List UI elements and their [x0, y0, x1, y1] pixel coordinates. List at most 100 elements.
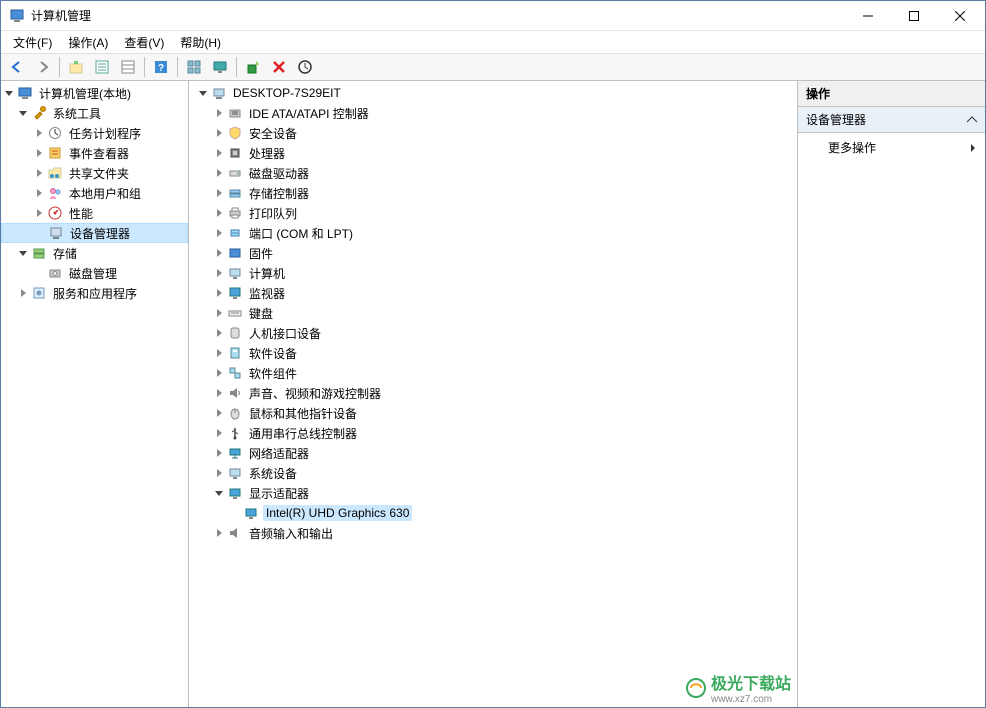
- dev-storage-ctrl[interactable]: 存储控制器: [189, 183, 797, 203]
- menu-action[interactable]: 操作(A): [60, 32, 116, 53]
- watermark: 极光下载站 www.xz7.com: [685, 670, 791, 705]
- dev-processor[interactable]: 处理器: [189, 143, 797, 163]
- tiles-button[interactable]: [182, 55, 206, 79]
- tree-local-users[interactable]: 本地用户和组: [1, 183, 188, 203]
- dev-print-queue[interactable]: 打印队列: [189, 203, 797, 223]
- tree-performance[interactable]: 性能: [1, 203, 188, 223]
- actions-section[interactable]: 设备管理器: [798, 107, 985, 133]
- menu-view[interactable]: 查看(V): [116, 32, 172, 53]
- expander-icon[interactable]: [211, 225, 227, 241]
- menu-file[interactable]: 文件(F): [5, 32, 60, 53]
- expander-icon[interactable]: [211, 265, 227, 281]
- expander-icon[interactable]: [211, 145, 227, 161]
- menu-help[interactable]: 帮助(H): [172, 32, 229, 53]
- tree-label: 安全设备: [247, 124, 299, 143]
- expander-icon[interactable]: [211, 445, 227, 461]
- dev-software-dev[interactable]: 软件设备: [189, 343, 797, 363]
- expander-icon[interactable]: [211, 425, 227, 441]
- forward-button[interactable]: [31, 55, 55, 79]
- actions-more[interactable]: 更多操作: [798, 133, 985, 162]
- tree-system-tools[interactable]: 系统工具: [1, 103, 188, 123]
- help-button[interactable]: ?: [149, 55, 173, 79]
- dev-audio-io[interactable]: 音频输入和输出: [189, 523, 797, 543]
- dev-software-comp[interactable]: 软件组件: [189, 363, 797, 383]
- add-hardware-button[interactable]: [241, 55, 265, 79]
- expander-icon[interactable]: [15, 285, 31, 301]
- expander-icon[interactable]: [211, 525, 227, 541]
- expander-icon[interactable]: [211, 345, 227, 361]
- back-button[interactable]: [5, 55, 29, 79]
- up-level-button[interactable]: [64, 55, 88, 79]
- monitor-button[interactable]: [208, 55, 232, 79]
- expander-icon[interactable]: [211, 205, 227, 221]
- actions-pane: 操作 设备管理器 更多操作: [798, 81, 985, 707]
- dev-monitor[interactable]: 监视器: [189, 283, 797, 303]
- dev-display[interactable]: 显示适配器: [189, 483, 797, 503]
- expander-icon[interactable]: [211, 325, 227, 341]
- tree-label: 共享文件夹: [67, 164, 131, 183]
- tree-label: 磁盘驱动器: [247, 164, 311, 183]
- tree-label: 存储控制器: [247, 184, 311, 203]
- properties-button[interactable]: [90, 55, 114, 79]
- dev-root[interactable]: DESKTOP-7S29EIT: [189, 83, 797, 103]
- expander-icon[interactable]: [211, 405, 227, 421]
- dev-keyboard[interactable]: 键盘: [189, 303, 797, 323]
- tree-event-viewer[interactable]: 事件查看器: [1, 143, 188, 163]
- tree-root-mgmt[interactable]: 计算机管理(本地): [1, 83, 188, 103]
- remove-button[interactable]: [267, 55, 291, 79]
- expander-icon[interactable]: [211, 305, 227, 321]
- expander-icon[interactable]: [211, 165, 227, 181]
- expander-icon[interactable]: [31, 205, 47, 221]
- expander-icon[interactable]: [15, 245, 31, 261]
- scan-hardware-button[interactable]: [293, 55, 317, 79]
- dev-mouse[interactable]: 鼠标和其他指针设备: [189, 403, 797, 423]
- maximize-button[interactable]: [891, 1, 937, 31]
- left-tree-pane[interactable]: 计算机管理(本地) 系统工具 任务计划程序 事件查看器 共享文件夹 本地用户和组: [1, 81, 189, 707]
- expander-icon[interactable]: [15, 105, 31, 121]
- tree-services-apps[interactable]: 服务和应用程序: [1, 283, 188, 303]
- dev-system-dev[interactable]: 系统设备: [189, 463, 797, 483]
- dev-sound[interactable]: 声音、视频和游戏控制器: [189, 383, 797, 403]
- expander-icon[interactable]: [211, 245, 227, 261]
- expander-icon[interactable]: [31, 125, 47, 141]
- expander-icon[interactable]: [211, 185, 227, 201]
- expander-icon[interactable]: [211, 465, 227, 481]
- tree-label: 系统设备: [247, 464, 299, 483]
- tree-storage[interactable]: 存储: [1, 243, 188, 263]
- expander-icon[interactable]: [31, 185, 47, 201]
- tree-label: 网络适配器: [247, 444, 311, 463]
- expander-icon[interactable]: [195, 85, 211, 101]
- dev-usb[interactable]: 通用串行总线控制器: [189, 423, 797, 443]
- dev-network[interactable]: 网络适配器: [189, 443, 797, 463]
- collapse-icon[interactable]: [967, 115, 977, 125]
- tree-label: 键盘: [247, 304, 275, 323]
- expander-icon[interactable]: [31, 145, 47, 161]
- dev-disk-drives[interactable]: 磁盘驱动器: [189, 163, 797, 183]
- tree-device-manager[interactable]: 设备管理器: [1, 223, 188, 243]
- tree-shared-folders[interactable]: 共享文件夹: [1, 163, 188, 183]
- actions-more-label: 更多操作: [828, 139, 876, 156]
- expander-icon[interactable]: [1, 85, 17, 101]
- dev-computer[interactable]: 计算机: [189, 263, 797, 283]
- tree-label: 设备管理器: [68, 224, 132, 243]
- expander-icon[interactable]: [211, 285, 227, 301]
- dev-ide[interactable]: IDE ATA/ATAPI 控制器: [189, 103, 797, 123]
- center-tree-pane[interactable]: DESKTOP-7S29EIT IDE ATA/ATAPI 控制器 安全设备 处…: [189, 81, 798, 707]
- list-view-button[interactable]: [116, 55, 140, 79]
- dev-display-item[interactable]: Intel(R) UHD Graphics 630: [189, 503, 797, 523]
- expander-icon[interactable]: [31, 165, 47, 181]
- expander-icon[interactable]: [211, 105, 227, 121]
- expander-icon[interactable]: [211, 385, 227, 401]
- minimize-button[interactable]: [845, 1, 891, 31]
- dev-ports[interactable]: 端口 (COM 和 LPT): [189, 223, 797, 243]
- expander-icon[interactable]: [211, 125, 227, 141]
- titlebar: 计算机管理: [1, 1, 985, 31]
- expander-icon[interactable]: [211, 485, 227, 501]
- dev-security[interactable]: 安全设备: [189, 123, 797, 143]
- tree-disk-mgmt[interactable]: 磁盘管理: [1, 263, 188, 283]
- tree-task-scheduler[interactable]: 任务计划程序: [1, 123, 188, 143]
- expander-icon[interactable]: [211, 365, 227, 381]
- dev-firmware[interactable]: 固件: [189, 243, 797, 263]
- dev-hid[interactable]: 人机接口设备: [189, 323, 797, 343]
- close-button[interactable]: [937, 1, 983, 31]
